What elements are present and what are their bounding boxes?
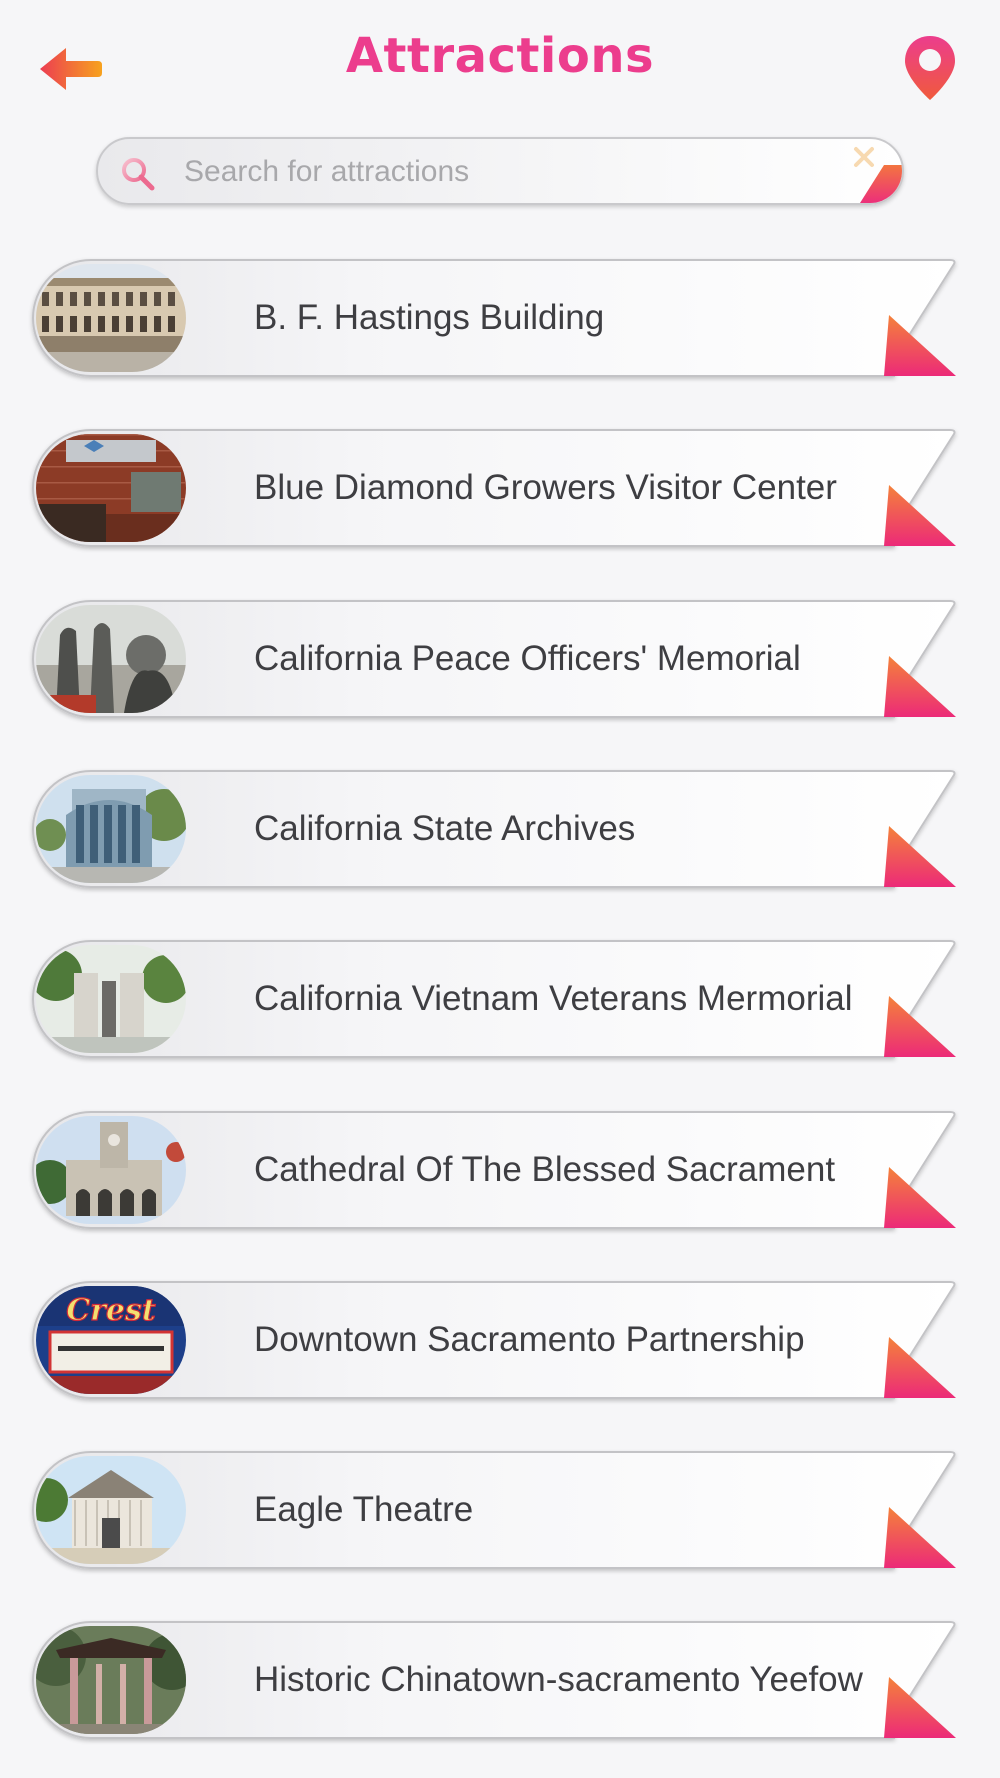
attraction-label: California Peace Officers' Memorial — [254, 639, 801, 678]
visitor-center-photo — [36, 434, 186, 542]
eagle-theatre-photo — [36, 1456, 186, 1564]
attraction-item[interactable]: B. F. Hastings Building — [32, 259, 958, 377]
attraction-label: Blue Diamond Growers Visitor Center — [254, 468, 837, 507]
search-icon — [122, 158, 155, 191]
page-title: Attractions — [345, 28, 655, 84]
corner-accent-icon — [860, 165, 902, 203]
attraction-label: B. F. Hastings Building — [254, 298, 605, 337]
attraction-item[interactable]: Cathedral Of The Blessed Sacrament — [32, 1111, 958, 1229]
svg-text:Crest: Crest — [66, 1293, 156, 1328]
attraction-item[interactable]: California Peace Officers' Memorial — [32, 600, 958, 718]
chinatown-gate-photo — [36, 1626, 186, 1734]
app-header: Attractions — [0, 0, 1000, 130]
map-button[interactable] — [902, 34, 958, 102]
attraction-item[interactable]: Historic Chinatown-sacramento Yeefow — [32, 1621, 958, 1739]
map-pin-icon — [905, 36, 955, 100]
attraction-label: Eagle Theatre — [254, 1490, 474, 1529]
archives-building-photo — [36, 775, 186, 883]
attraction-label: Downtown Sacramento Partnership — [254, 1320, 805, 1359]
search-input[interactable] — [184, 151, 824, 193]
attraction-item[interactable]: California State Archives — [32, 770, 958, 888]
search-bar — [96, 137, 904, 205]
statue-photo — [36, 605, 186, 713]
attraction-label: California State Archives — [254, 809, 636, 848]
attraction-item[interactable]: Crest Downtown Sacramento Partnership — [32, 1281, 958, 1399]
attraction-item[interactable]: Blue Diamond Growers Visitor Center — [32, 429, 958, 547]
attraction-label: California Vietnam Veterans Mermorial — [254, 979, 853, 1018]
attraction-label: Historic Chinatown-sacramento Yeefow — [254, 1660, 863, 1699]
cathedral-photo — [36, 1116, 186, 1224]
attraction-label: Cathedral Of The Blessed Sacrament — [254, 1150, 836, 1189]
memorial-photo — [36, 945, 186, 1053]
building-photo — [36, 264, 186, 372]
theatre-sign-photo: Crest — [36, 1286, 186, 1394]
attraction-item[interactable]: California Vietnam Veterans Mermorial — [32, 940, 958, 1058]
attraction-item[interactable]: Eagle Theatre — [32, 1451, 958, 1569]
